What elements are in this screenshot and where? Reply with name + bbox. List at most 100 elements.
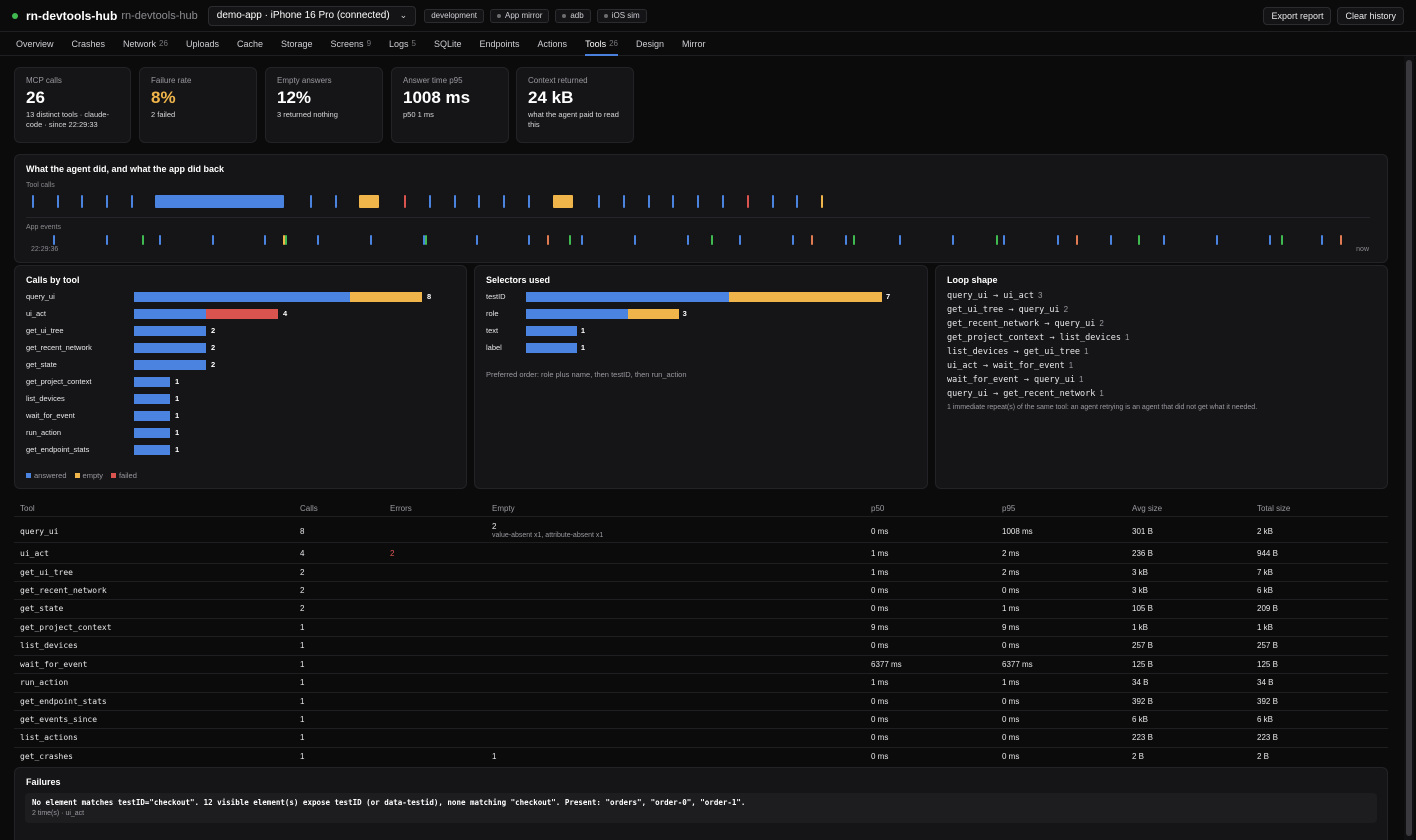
tab-label: Endpoints	[479, 38, 520, 49]
app-event-mark	[317, 235, 319, 245]
legend-answered: answered	[26, 471, 67, 480]
tab-overview[interactable]: Overview	[16, 32, 54, 55]
bar-value-label: 3	[682, 309, 687, 318]
scrollbar[interactable]	[1404, 56, 1414, 840]
cell-empty: 1	[492, 752, 497, 761]
loop-sequence: get_ui_tree → query_ui	[947, 305, 1060, 315]
tool-name-label: get_project_context	[26, 377, 92, 386]
selector-name-label: text	[486, 326, 499, 335]
bar-value-label: 1	[175, 428, 180, 437]
scrollbar-thumb[interactable]	[1406, 60, 1412, 836]
bar-segment-answered	[134, 394, 170, 404]
tab-storage[interactable]: Storage	[281, 32, 313, 55]
tab-label: Network	[123, 38, 157, 49]
calls-legend: answered empty failed	[26, 471, 145, 480]
tab-label: Crashes	[71, 38, 106, 49]
bar-value-label: 2	[211, 326, 216, 335]
cell-calls: 8	[300, 527, 305, 536]
cell-total: 125 B	[1257, 660, 1278, 669]
tool-call-mark	[359, 195, 379, 208]
column-header-empty[interactable]: Empty	[492, 504, 515, 513]
column-header-p95[interactable]: p95	[1002, 504, 1015, 513]
loop-shape-note: 1 immediate repeat(s) of the same tool: …	[947, 404, 1258, 411]
tab-logs[interactable]: Logs 5	[389, 32, 416, 55]
cell-p50: 1 ms	[871, 568, 889, 577]
loop-shape-panel: Loop shape query_ui → ui_act 3 get_ui_tree…	[935, 265, 1388, 489]
bar-segment-answered	[134, 445, 170, 455]
tab-network[interactable]: Network 26	[123, 32, 168, 55]
export-report-button[interactable]: Export report	[1263, 6, 1332, 25]
tab-label: Screens	[330, 38, 364, 49]
tool-call-mark	[429, 195, 431, 208]
column-header-avg[interactable]: Avg size	[1132, 504, 1162, 513]
tab-endpoints[interactable]: Endpoints	[480, 32, 520, 55]
app-event-mark	[1163, 235, 1165, 245]
tab-crashes[interactable]: Crashes	[72, 32, 106, 55]
loop-sequence: get_project_context → list_devices	[947, 333, 1121, 343]
cell-p95: 9 ms	[1002, 623, 1020, 632]
app-event-mark	[547, 235, 549, 245]
tab-design[interactable]: Design	[636, 32, 664, 55]
tool-call-mark	[598, 195, 600, 208]
tab-label: SQLite	[434, 38, 462, 49]
app-event-mark	[739, 235, 741, 245]
loop-sequence: get_recent_network → query_ui	[947, 319, 1096, 329]
tab-cache[interactable]: Cache	[237, 32, 263, 55]
loop-sequence: list_devices → get_ui_tree	[947, 347, 1081, 357]
device-select[interactable]: demo-app · iPhone 16 Pro (connected) ⌄	[207, 5, 417, 26]
bar-segment-answered	[526, 326, 577, 336]
cell-tool: get_project_context	[20, 623, 112, 632]
failure-meta: 2 time(s) · ui_act	[32, 810, 85, 817]
tab-actions[interactable]: Actions	[538, 32, 568, 55]
app-event-mark	[476, 235, 478, 245]
tab-mirror[interactable]: Mirror	[682, 32, 706, 55]
cell-tool: get_ui_tree	[20, 568, 73, 577]
cell-total: 34 B	[1257, 678, 1274, 687]
cell-tool: get_state	[20, 604, 64, 613]
column-header-calls[interactable]: Calls	[300, 504, 318, 513]
loop-item: ui_act → wait_for_event 1	[947, 361, 1073, 371]
column-header-errors[interactable]: Errors	[390, 504, 412, 513]
app-event-mark	[792, 235, 794, 245]
clear-history-button[interactable]: Clear history	[1337, 6, 1404, 25]
bar-value-label: 1	[175, 394, 180, 403]
cell-p50: 0 ms	[871, 697, 889, 706]
cell-avg: 257 B	[1132, 641, 1153, 650]
cell-p50: 0 ms	[871, 586, 889, 595]
app-event-mark	[569, 235, 571, 245]
tab-screens[interactable]: Screens 9	[331, 32, 371, 55]
bar-value-label: 7	[886, 292, 891, 301]
bar-segment-answered	[134, 343, 206, 353]
cell-p50: 1 ms	[871, 549, 889, 558]
cell-calls: 1	[300, 752, 305, 761]
stat-sub: 3 returned nothing	[277, 110, 338, 119]
stat-value: 26	[26, 88, 45, 107]
app-event-mark	[845, 235, 847, 245]
loop-item: get_project_context → list_devices 1	[947, 333, 1129, 343]
bar-value-label: 8	[427, 292, 432, 301]
tab-bar: Overview Crashes Network 26 Uploads Cache Stor…	[0, 32, 1416, 56]
tab-uploads[interactable]: Uploads	[186, 32, 219, 55]
stat-label: MCP calls	[26, 76, 62, 85]
loop-sequence: wait_for_event → query_ui	[947, 375, 1075, 385]
cell-total: 2 B	[1257, 752, 1270, 761]
tab-sqlite[interactable]: SQLite	[434, 32, 462, 55]
column-header-total[interactable]: Total size	[1257, 504, 1290, 513]
cell-total: 392 B	[1257, 697, 1278, 706]
tool-call-mark	[404, 195, 406, 208]
top-bar: rn-devtools-hub rn-devtools-hub demo-app…	[0, 0, 1416, 32]
tab-label: Design	[635, 38, 664, 49]
timeline-end-label: now	[1356, 246, 1369, 253]
cell-p95: 1008 ms	[1002, 527, 1033, 536]
column-header-tool[interactable]: Tool	[20, 504, 35, 513]
column-header-p50[interactable]: p50	[871, 504, 884, 513]
bar-segment-answered	[134, 309, 206, 319]
tab-tools[interactable]: Tools 26	[585, 32, 618, 56]
cell-p50: 1 ms	[871, 678, 889, 687]
tool-call-mark	[57, 195, 59, 208]
cell-tool: ui_act	[20, 549, 49, 558]
cell-total: 1 kB	[1257, 623, 1274, 632]
tab-label: Overview	[16, 38, 54, 49]
tool-call-mark	[672, 195, 674, 208]
selector-name-label: role	[486, 309, 499, 318]
